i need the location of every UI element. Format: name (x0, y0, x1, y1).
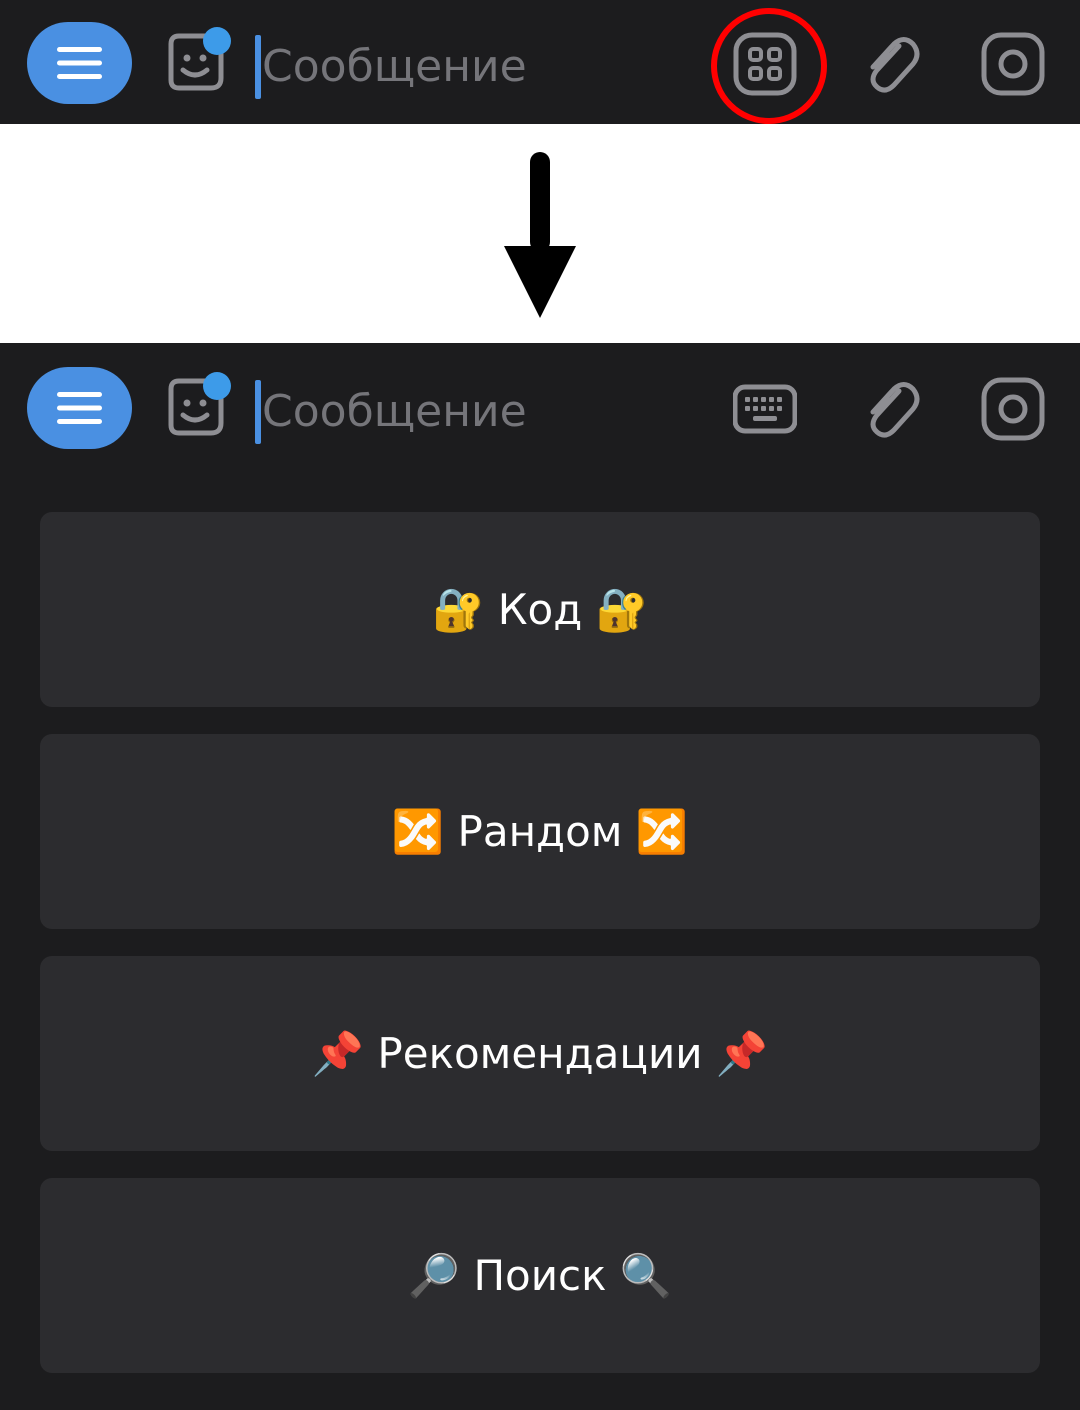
reply-button-code[interactable]: 🔐 Код 🔐 (40, 512, 1040, 707)
keyboard-icon (732, 384, 798, 434)
sticker-button[interactable] (163, 27, 231, 94)
text-cursor (255, 380, 261, 444)
composer-bar-before: Сообщение (0, 0, 1080, 124)
reply-button-label: 🔀 Рандом 🔀 (391, 806, 689, 856)
menu-icon (57, 392, 102, 424)
composer-bar-after: Сообщение (0, 343, 1080, 467)
keyboard-button[interactable] (732, 377, 798, 441)
paperclip-icon (870, 382, 920, 438)
transition-arrow (500, 150, 580, 324)
reply-button-search[interactable]: 🔎 Поиск 🔍 (40, 1178, 1040, 1373)
camera-button[interactable] (981, 377, 1045, 441)
arrow-down-icon (504, 152, 576, 318)
attach-button[interactable] (859, 377, 923, 441)
message-input[interactable]: Сообщение (262, 38, 527, 96)
menu-icon (57, 47, 102, 79)
camera-icon (981, 32, 1045, 96)
text-cursor (255, 35, 261, 99)
paperclip-icon (870, 37, 920, 93)
highlight-circle (711, 8, 827, 124)
reply-button-recommendations[interactable]: 📌 Рекомендации 📌 (40, 956, 1040, 1151)
reply-button-label: 🔐 Код 🔐 (432, 584, 648, 634)
reply-button-label: 📌 Рекомендации 📌 (311, 1028, 769, 1078)
menu-button[interactable] (27, 367, 132, 449)
camera-icon (981, 377, 1045, 441)
menu-button[interactable] (27, 22, 132, 104)
new-stickers-badge (203, 372, 231, 400)
message-input[interactable]: Сообщение (262, 383, 527, 441)
reply-keyboard-panel: 🔐 Код 🔐 🔀 Рандом 🔀 📌 Рекомендации 📌 🔎 По… (0, 467, 1080, 1410)
attach-button[interactable] (859, 32, 923, 96)
reply-button-label: 🔎 Поиск 🔍 (407, 1250, 673, 1300)
new-stickers-badge (203, 27, 231, 55)
reply-button-random[interactable]: 🔀 Рандом 🔀 (40, 734, 1040, 929)
sticker-button[interactable] (163, 372, 231, 439)
camera-button[interactable] (981, 32, 1045, 96)
